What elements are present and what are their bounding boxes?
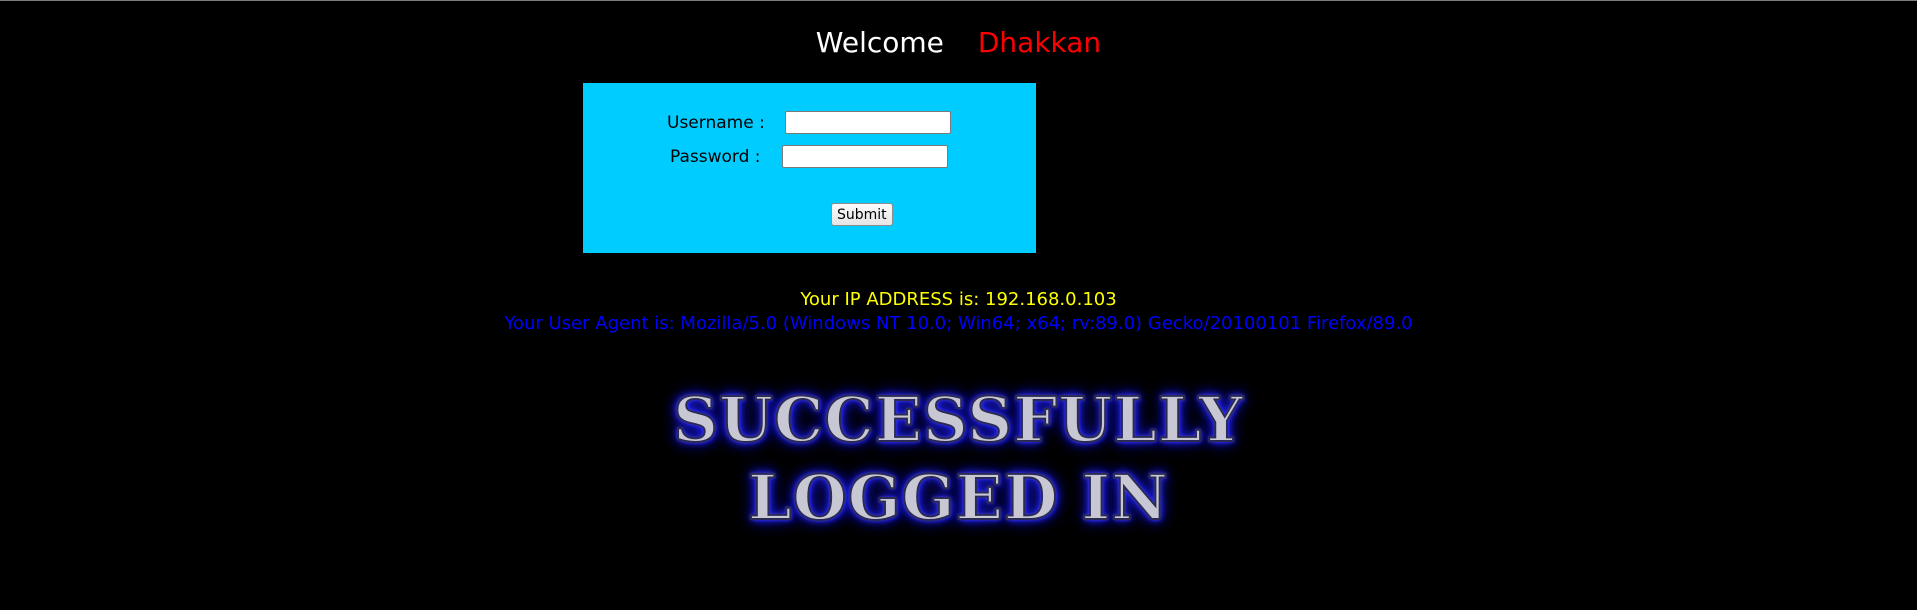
submit-button[interactable]: Submit	[831, 203, 893, 226]
banner-line-1: SUCCESSFULLY	[672, 382, 1244, 457]
page: Welcome Dhakkan Username : Password : Sub…	[0, 0, 1917, 610]
password-field[interactable]	[782, 145, 948, 168]
welcome-heading: Welcome Dhakkan	[0, 25, 1917, 61]
username-field[interactable]	[785, 111, 951, 134]
login-panel: Username : Password : Submit	[583, 83, 1036, 253]
ip-address-text: Your IP ADDRESS is: 192.168.0.103	[800, 289, 1117, 310]
welcome-text: Welcome	[815, 26, 944, 59]
banner-line-2: LOGGED IN	[747, 460, 1169, 535]
user-name: Dhakkan	[977, 26, 1102, 59]
user-agent-text: Your User Agent is: Mozilla/5.0 (Windows…	[504, 313, 1413, 334]
password-label: Password :	[670, 147, 761, 167]
success-banner: SUCCESSFULLY LOGGED IN	[0, 381, 1917, 537]
username-label: Username :	[667, 113, 765, 133]
